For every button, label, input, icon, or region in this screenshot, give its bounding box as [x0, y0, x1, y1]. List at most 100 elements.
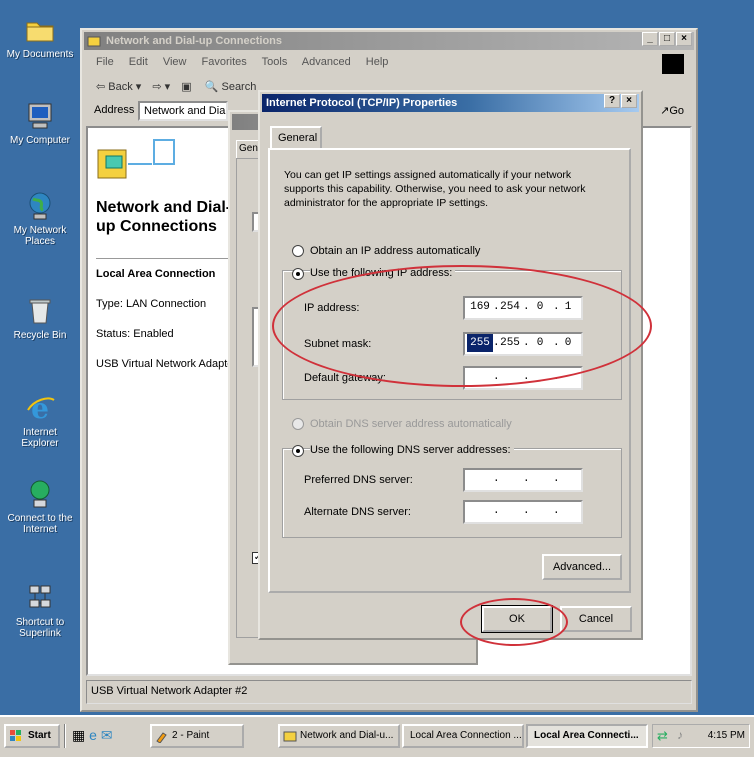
quicklaunch-separator — [64, 724, 66, 748]
obtain-ip-auto-label: Obtain an IP address automatically — [310, 245, 481, 257]
page-heading: Network and Dial-up Connections — [96, 199, 232, 235]
menu-help[interactable]: Help — [366, 56, 389, 68]
dialog-close-button[interactable]: × — [621, 94, 637, 108]
desktop-icon-recycle-bin[interactable]: Recycle Bin — [4, 295, 76, 341]
desktop-icon-label: My Network Places — [13, 225, 67, 247]
menu-bar: File Edit View Favorites Tools Advanced … — [96, 56, 388, 72]
recycle-bin-icon — [29, 299, 51, 324]
menu-favorites[interactable]: Favorites — [202, 56, 247, 68]
desktop-icon-my-network-places[interactable]: My Network Places — [4, 190, 76, 247]
taskbar: Start ▦ e ✉ 2 - Paint Network and Dial-u… — [0, 715, 754, 757]
desktop-icon-label: Recycle Bin — [13, 330, 67, 341]
network-folder-icon — [283, 731, 297, 742]
heading-divider — [96, 258, 236, 259]
use-following-ip-radio[interactable] — [292, 268, 304, 280]
minimize-button[interactable]: _ — [642, 32, 658, 46]
taskbar-button-lac-1[interactable]: Local Area Connection ... — [402, 724, 524, 748]
menu-advanced[interactable]: Advanced — [302, 56, 351, 68]
preferred-dns-label: Preferred DNS server: — [304, 474, 413, 486]
quick-launch: ▦ e ✉ — [72, 727, 113, 744]
desktop: My Documents My Computer My Network Plac… — [0, 0, 754, 715]
explorer-titlebar[interactable]: Network and Dial-up Connections — [84, 32, 694, 50]
taskbar-button-paint[interactable]: 2 - Paint — [150, 724, 244, 748]
menu-file[interactable]: File — [96, 56, 114, 68]
windows-logo-icon — [662, 54, 684, 74]
outlook-express-icon[interactable]: ✉ — [101, 727, 113, 743]
cancel-button[interactable]: Cancel — [560, 606, 632, 632]
desktop-icon-label: My Computer — [9, 135, 70, 146]
internet-explorer-icon: e — [27, 392, 55, 424]
desktop-icon-my-computer[interactable]: My Computer — [4, 100, 76, 146]
advanced-button[interactable]: Advanced... — [542, 554, 622, 580]
system-tray: ⇄ ♪ 4:15 PM — [652, 724, 750, 748]
ip-address-label: IP address: — [304, 302, 360, 314]
explorer-title: Network and Dial-up Connections — [106, 35, 283, 47]
use-following-dns-radio[interactable] — [292, 445, 304, 457]
network-tray-icon[interactable]: ⇄ — [657, 728, 668, 744]
close-button[interactable]: × — [676, 32, 692, 46]
volume-icon[interactable]: ♪ — [677, 728, 683, 742]
tcpip-properties-dialog: Internet Protocol (TCP/IP) Properties ? … — [258, 90, 643, 640]
show-desktop-icon[interactable]: ▦ — [72, 727, 85, 743]
menu-tools[interactable]: Tools — [262, 56, 288, 68]
back-button[interactable]: ⇦ Back ▾ — [96, 81, 141, 93]
use-following-ip-label: Use the following IP address: — [310, 267, 456, 279]
svg-text:e: e — [31, 392, 49, 424]
desktop-icon-label: Connect to the Internet — [7, 513, 73, 535]
subnet-mask-input[interactable]: 255. 255. 0. 0 — [463, 332, 583, 356]
menu-edit[interactable]: Edit — [129, 56, 148, 68]
desktop-icon-connect-to-internet[interactable]: Connect to the Internet — [4, 478, 76, 535]
default-gateway-input[interactable]: . . . — [463, 366, 583, 390]
folder-icon — [26, 22, 54, 42]
tcpip-tab-panel: You can get IP settings assigned automat… — [268, 148, 631, 593]
obtain-ip-auto-radio[interactable] — [292, 245, 304, 257]
item-status: Status: Enabled — [96, 328, 174, 340]
desktop-icon-label: Shortcut to Superlink — [15, 617, 65, 639]
tcpip-title: Internet Protocol (TCP/IP) Properties — [266, 97, 458, 109]
tcpip-titlebar[interactable]: Internet Protocol (TCP/IP) Properties — [262, 94, 639, 112]
desktop-icon-internet-explorer[interactable]: e Internet Explorer — [4, 392, 76, 449]
toolbar: ⇦ Back ▾ ⇨ ▾ ▣ 🔍 Search — [96, 80, 256, 98]
network-globe-icon — [29, 192, 51, 220]
taskbar-button-lac-2[interactable]: Local Area Connecti... — [526, 724, 648, 748]
address-input[interactable]: Network and Dial-up Connections — [138, 101, 228, 121]
up-folder-icon[interactable]: ▣ — [181, 81, 191, 93]
help-button[interactable]: ? — [604, 94, 620, 108]
clock[interactable]: 4:15 PM — [708, 730, 745, 741]
use-following-dns-label: Use the following DNS server addresses: — [310, 444, 514, 456]
forward-button[interactable]: ⇨ ▾ — [152, 81, 170, 93]
obtain-dns-auto-label: Obtain DNS server address automatically — [310, 418, 512, 430]
intro-text: You can get IP settings assigned automat… — [284, 169, 586, 209]
item-adapter: USB Virtual Network Adapter — [96, 358, 238, 370]
obtain-dns-auto-radio[interactable] — [292, 418, 304, 430]
dns-group — [282, 448, 622, 538]
taskbar-button-network-dialup[interactable]: Network and Dial-u... — [278, 724, 400, 748]
search-button[interactable]: 🔍 Search — [205, 81, 257, 93]
ip-address-input[interactable]: 169. 254. 0. 1 — [463, 296, 583, 320]
subnet-mask-label: Subnet mask: — [304, 338, 372, 350]
connect-icon — [30, 480, 50, 508]
item-type: Type: LAN Connection — [96, 298, 207, 310]
item-title: Local Area Connection — [96, 268, 216, 280]
desktop-icon-shortcut-superlink[interactable]: Shortcut to Superlink — [4, 582, 76, 639]
paint-icon — [156, 732, 167, 743]
maximize-button[interactable]: □ — [659, 32, 675, 46]
network-folder-icon — [87, 36, 101, 47]
network-connections-icon — [97, 139, 175, 179]
menu-view[interactable]: View — [163, 56, 187, 68]
start-button[interactable]: Start — [4, 724, 60, 748]
status-text: USB Virtual Network Adapter #2 — [91, 685, 248, 697]
go-button[interactable]: ↗Go — [660, 104, 684, 117]
shortcut-icon — [29, 585, 51, 608]
preferred-dns-input[interactable]: ... — [463, 468, 583, 492]
desktop-icon-label: Internet Explorer — [21, 427, 59, 449]
desktop-icon-my-documents[interactable]: My Documents — [4, 14, 76, 60]
computer-icon — [28, 103, 52, 129]
alternate-dns-input[interactable]: ... — [463, 500, 583, 524]
status-bar: USB Virtual Network Adapter #2 — [86, 680, 692, 704]
tab-general[interactable]: General — [270, 126, 322, 148]
ok-button[interactable]: OK — [481, 605, 553, 633]
internet-explorer-icon[interactable]: e — [89, 727, 97, 743]
windows-flag-icon — [10, 730, 21, 741]
alternate-dns-label: Alternate DNS server: — [304, 506, 411, 518]
